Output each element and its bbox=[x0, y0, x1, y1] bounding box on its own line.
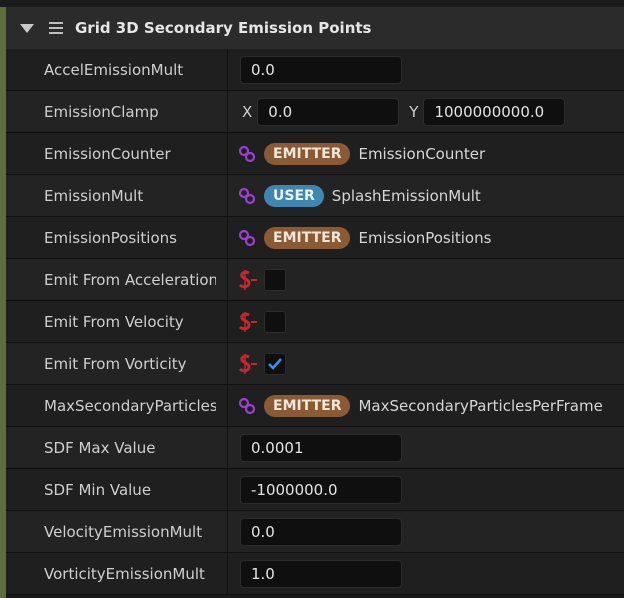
details-panel: Grid 3D Secondary Emission Points AccelE… bbox=[0, 0, 624, 598]
collapse-arrow-icon[interactable] bbox=[20, 23, 34, 33]
property-label: EmissionPositions bbox=[44, 228, 177, 247]
property-row-accel-emission-mult: AccelEmissionMult 0.0 bbox=[6, 49, 624, 91]
property-row-sdf-max-value: SDF Max Value 0.0001 bbox=[6, 427, 624, 469]
property-label: Emit From Velocity bbox=[44, 312, 184, 331]
property-label: VelocityEmissionMult bbox=[44, 522, 203, 541]
emitter-badge: EMITTER bbox=[264, 226, 351, 249]
property-row-emission-counter: EmissionCounter EMITTER EmissionCounter bbox=[6, 133, 624, 175]
accel-emission-mult-input[interactable]: 0.0 bbox=[240, 55, 402, 84]
property-row-emit-from-vorticity: Emit From Vorticity bbox=[6, 343, 624, 385]
emission-clamp-y-input[interactable]: 1000000000.0 bbox=[423, 97, 566, 126]
sdf-min-value-input[interactable]: -1000000.0 bbox=[240, 475, 402, 504]
static-switch-icon[interactable] bbox=[236, 352, 258, 376]
velocity-emission-mult-input[interactable]: 0.0 bbox=[240, 517, 402, 546]
emit-from-vorticity-checkbox[interactable] bbox=[264, 352, 286, 375]
property-row-sdf-min-value: SDF Min Value -1000000.0 bbox=[6, 469, 624, 511]
static-switch-icon[interactable] bbox=[236, 310, 258, 334]
property-row-emission-mult: EmissionMult USER SplashEmissionMult bbox=[6, 175, 624, 217]
user-badge: USER bbox=[264, 184, 324, 207]
section-header[interactable]: Grid 3D Secondary Emission Points bbox=[0, 7, 624, 49]
property-row-emission-positions: EmissionPositions EMITTER EmissionPositi… bbox=[6, 217, 624, 259]
property-label: Emit From Vorticity bbox=[44, 354, 187, 373]
static-switch-icon[interactable] bbox=[236, 268, 258, 292]
checkmark-icon bbox=[268, 357, 282, 370]
property-label: Emit From Acceleration bbox=[44, 270, 216, 289]
link-icon[interactable] bbox=[236, 395, 258, 417]
property-label: EmissionCounter bbox=[44, 144, 171, 163]
property-row-velocity-emission-mult: VelocityEmissionMult 0.0 bbox=[6, 511, 624, 553]
link-icon[interactable] bbox=[236, 227, 258, 249]
menu-icon bbox=[49, 22, 63, 34]
sdf-max-value-input[interactable]: 0.0001 bbox=[240, 433, 402, 462]
property-row-max-secondary-particles: MaxSecondaryParticlesPerFrame EMITTER Ma… bbox=[6, 385, 624, 427]
emission-clamp-x-input[interactable]: 0.0 bbox=[257, 97, 400, 126]
property-label: SDF Max Value bbox=[44, 438, 156, 457]
property-label: EmissionMult bbox=[44, 186, 144, 205]
vorticity-emission-mult-input[interactable]: 1.0 bbox=[240, 559, 402, 588]
property-row-emission-clamp: EmissionClamp X 0.0 Y 1000000000.0 bbox=[6, 91, 624, 133]
emit-from-velocity-checkbox[interactable] bbox=[264, 310, 286, 333]
property-row-emit-from-velocity: Emit From Velocity bbox=[6, 301, 624, 343]
y-axis-label: Y bbox=[409, 102, 419, 121]
property-label: AccelEmissionMult bbox=[44, 60, 184, 79]
property-label: EmissionClamp bbox=[44, 102, 159, 121]
property-row-vorticity-emission-mult: VorticityEmissionMult 1.0 bbox=[6, 553, 624, 595]
link-icon[interactable] bbox=[236, 185, 258, 207]
binding-name: EmissionPositions bbox=[358, 228, 492, 247]
binding-name: MaxSecondaryParticlesPerFrame bbox=[358, 396, 603, 415]
property-label: VorticityEmissionMult bbox=[44, 564, 205, 583]
binding-name: SplashEmissionMult bbox=[331, 186, 481, 205]
emit-from-acceleration-checkbox[interactable] bbox=[264, 268, 286, 291]
section-title: Grid 3D Secondary Emission Points bbox=[75, 19, 372, 37]
x-axis-label: X bbox=[242, 102, 253, 121]
property-list: AccelEmissionMult 0.0 EmissionClamp X 0.… bbox=[6, 49, 624, 595]
emitter-badge: EMITTER bbox=[264, 394, 351, 417]
property-row-emit-from-acceleration: Emit From Acceleration bbox=[6, 259, 624, 301]
property-label: MaxSecondaryParticlesPerFrame bbox=[44, 396, 216, 415]
binding-name: EmissionCounter bbox=[358, 144, 486, 163]
emitter-badge: EMITTER bbox=[264, 142, 351, 165]
link-icon[interactable] bbox=[236, 143, 258, 165]
property-label: SDF Min Value bbox=[44, 480, 152, 499]
